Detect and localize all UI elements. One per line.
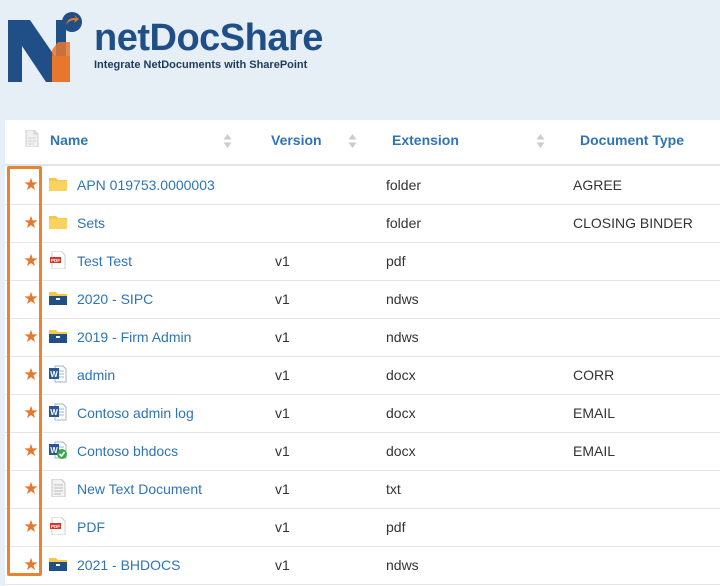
favorite-star-icon[interactable]: ★ [22,470,40,508]
favorite-star-icon[interactable]: ★ [22,204,40,242]
brand-tagline: Integrate NetDocuments with SharePoint [94,59,308,71]
document-extension: docx [386,367,416,383]
word-checked-icon: W [49,441,67,459]
document-extension: txt [386,481,401,497]
table-row[interactable]: ★ Sets folder CLOSING BINDER [5,204,720,243]
workspace-folder-icon [49,555,67,573]
app-header: netDocShare Integrate NetDocuments with … [0,0,720,100]
svg-text:PDF: PDF [51,524,60,529]
document-name-link[interactable]: PDF [77,508,105,546]
document-version: v1 [275,253,290,269]
column-header-version[interactable]: Version [271,120,322,164]
table-row[interactable]: ★ 2020 - SIPC v1 ndws [5,280,720,319]
document-version: v1 [275,367,290,383]
table-row[interactable]: ★ Wadmin v1 docx CORR [5,356,720,395]
table-row[interactable]: ★ 2019 - Firm Admin v1 ndws [5,318,720,357]
document-extension: ndws [386,329,419,345]
document-version: v1 [275,481,290,497]
svg-text:W: W [50,370,58,379]
favorite-star-icon[interactable]: ★ [22,242,40,280]
favorite-star-icon[interactable]: ★ [22,166,40,204]
documents-table: Name Version Extension Document Type ★ AP… [5,120,720,586]
folder-icon [49,213,67,231]
document-extension: ndws [386,557,419,573]
document-name-link[interactable]: admin [77,356,115,394]
workspace-folder-icon [49,289,67,307]
document-name-link[interactable]: New Text Document [77,470,202,508]
document-type: AGREE [573,177,623,193]
document-type: CLOSING BINDER [573,215,693,231]
column-header-extension[interactable]: Extension [392,120,459,164]
word-icon: W [49,403,67,421]
document-extension: folder [386,215,422,231]
document-extension: pdf [386,253,406,269]
document-version: v1 [275,405,290,421]
document-name-link[interactable]: 2021 - BHDOCS [77,546,180,584]
svg-text:W: W [50,408,58,417]
document-name-link[interactable]: 2020 - SIPC [77,280,153,318]
document-version: v1 [275,291,290,307]
document-type: EMAIL [573,443,616,459]
pdf-icon: PDF [49,516,67,536]
document-version: v1 [275,519,290,535]
document-name-link[interactable]: Contoso admin log [77,394,194,432]
document-name-link[interactable]: APN 019753.0000003 [77,166,215,204]
brand: netDocShare Integrate NetDocuments with … [94,18,323,71]
document-extension: folder [386,177,422,193]
workspace-folder-icon [49,327,67,345]
column-header-name[interactable]: Name [50,120,88,164]
svg-text:PDF: PDF [51,258,60,263]
text-file-icon [49,478,67,498]
favorite-star-icon[interactable]: ★ [22,394,40,432]
table-row[interactable]: ★ APN 019753.0000003 folder AGREE [5,166,720,205]
table-row[interactable]: ★ New Text Document v1 txt [5,470,720,509]
column-header-document-type[interactable]: Document Type [580,120,684,164]
document-version: v1 [275,443,290,459]
pdf-icon: PDF [49,250,67,270]
document-name-link[interactable]: Sets [77,204,105,242]
table-row[interactable]: ★ PDF PDF v1 pdf [5,508,720,547]
document-version: v1 [275,557,290,573]
table-row[interactable]: ★ W Contoso bhdocs v1 docx EMAIL [5,432,720,471]
document-extension: ndws [386,291,419,307]
table-header: Name Version Extension Document Type [5,120,720,166]
favorite-star-icon[interactable]: ★ [22,356,40,394]
document-version: v1 [275,329,290,345]
document-extension: pdf [386,519,406,535]
document-type: CORR [573,367,615,383]
document-header-icon [25,130,39,147]
favorite-star-icon[interactable]: ★ [22,318,40,356]
document-name-link[interactable]: Test Test [77,242,132,280]
brand-name: netDocShare [94,17,323,59]
favorite-star-icon[interactable]: ★ [22,432,40,470]
document-name-link[interactable]: 2019 - Firm Admin [77,318,191,356]
table-row[interactable]: ★ 2021 - BHDOCS v1 ndws [5,546,720,585]
favorite-star-icon[interactable]: ★ [22,280,40,318]
favorite-star-icon[interactable]: ★ [22,546,40,584]
sort-version-icon[interactable] [348,133,357,149]
table-row[interactable]: ★ W Contoso admin log v1 docx EMAIL [5,394,720,433]
table-row[interactable]: ★ PDF Test Test v1 pdf [5,242,720,281]
word-icon: W [49,365,67,383]
folder-icon [49,175,67,193]
sort-name-icon[interactable] [223,133,232,149]
document-extension: docx [386,405,416,421]
netdocshare-logo-icon [8,12,82,82]
favorite-star-icon[interactable]: ★ [22,508,40,546]
sort-extension-icon[interactable] [536,133,545,149]
document-type: EMAIL [573,405,616,421]
document-extension: docx [386,443,416,459]
document-name-link[interactable]: Contoso bhdocs [77,432,178,470]
